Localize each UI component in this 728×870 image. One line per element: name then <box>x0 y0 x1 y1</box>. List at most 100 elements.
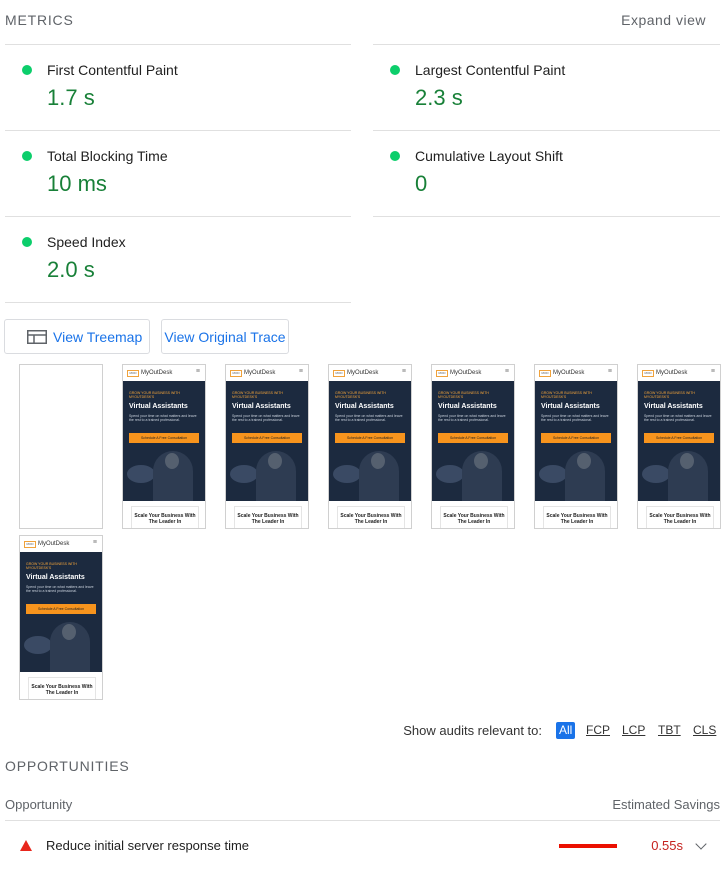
view-treemap-label: View Treemap <box>53 328 143 345</box>
hamburger-menu-icon: ≡ <box>710 368 715 375</box>
fail-triangle-icon <box>20 840 32 851</box>
filter-chip-tbt[interactable]: TBT <box>655 722 684 739</box>
brand-logo-text: MyOutDesk <box>141 370 173 376</box>
frame-header: MOD MyOutDesk ≡ <box>329 365 411 381</box>
hero-person-head <box>165 453 179 469</box>
hero-headline: Virtual Assistants <box>335 403 394 410</box>
brand-logo-mark: MOD <box>333 369 345 377</box>
frame-header: MOD MyOutDesk ≡ <box>535 365 617 381</box>
metric-largest-contentful-paint: Largest Contentful Paint 2.3 s <box>373 45 720 131</box>
brand-logo-mark: MOD <box>642 369 654 377</box>
hamburger-menu-icon: ≡ <box>195 368 200 375</box>
metric-value: 0 <box>415 171 428 196</box>
filter-chip-all[interactable]: All <box>556 722 576 739</box>
hero-image-glow <box>127 465 155 483</box>
filmstrip-frame: MOD MyOutDesk ≡ GROW YOUR BUSINESS WITH MYO… <box>534 364 618 529</box>
hero-person-head <box>371 453 385 469</box>
metric-cumulative-layout-shift: Cumulative Layout Shift 0 <box>373 131 720 217</box>
opportunity-row[interactable]: Reduce initial server response time 0.55… <box>0 830 728 860</box>
hamburger-menu-icon: ≡ <box>401 368 406 375</box>
frame-card: Scale Your Business With The Leader In <box>234 506 302 528</box>
brand-logo-text: MyOutDesk <box>553 370 585 376</box>
treemap-icon <box>27 329 47 344</box>
frame-card: Scale Your Business With The Leader In <box>646 506 714 528</box>
hero-image-glow <box>539 465 567 483</box>
hero-description: Spend your time on what matters and leav… <box>541 414 609 422</box>
metric-label: First Contentful Paint <box>47 62 178 78</box>
metric-label: Cumulative Layout Shift <box>415 148 563 164</box>
hero-person-head <box>474 453 488 469</box>
frame-card: Scale Your Business With The Leader In <box>543 506 611 528</box>
view-treemap-button[interactable]: View Treemap <box>4 319 150 354</box>
column-header-opportunity: Opportunity <box>5 797 73 812</box>
hamburger-menu-icon: ≡ <box>607 368 612 375</box>
chevron-down-icon[interactable] <box>695 838 707 850</box>
hero-description: Spend your time on what matters and leav… <box>644 414 712 422</box>
column-header-estimated-savings: Estimated Savings <box>612 797 720 812</box>
hero-headline: Virtual Assistants <box>541 403 600 410</box>
opportunity-label: Reduce initial server response time <box>46 838 250 853</box>
frame-header: MOD MyOutDesk ≡ <box>432 365 514 381</box>
filmstrip-frame <box>19 364 103 529</box>
brand-logo-text: MyOutDesk <box>450 370 482 376</box>
frame-header: MOD MyOutDesk ≡ <box>226 365 308 381</box>
brand-logo-mark: MOD <box>539 369 551 377</box>
hero-cta: Schedule A Free Consultation <box>335 433 405 443</box>
hero-image-glow <box>436 465 464 483</box>
metric-label: Total Blocking Time <box>47 148 168 164</box>
view-trace-label: View Original Trace <box>164 328 286 345</box>
hero-headline: Virtual Assistants <box>26 574 85 581</box>
hero-cta: Schedule A Free Consultation <box>129 433 199 443</box>
brand-logo-mark: MOD <box>436 369 448 377</box>
metric-value: 2.0 s <box>47 257 95 282</box>
filmstrip-frame: MOD MyOutDesk ≡ GROW YOUR BUSINESS WITH MYO… <box>328 364 412 529</box>
pass-status-icon <box>22 65 32 75</box>
hero-description: Spend your time on what matters and leav… <box>335 414 403 422</box>
hero-tagline: GROW YOUR BUSINESS WITH MYOUTDESK'S <box>541 391 592 399</box>
hero-cta: Schedule A Free Consultation <box>644 433 714 443</box>
opportunities-title: OPPORTUNITIES <box>5 758 130 774</box>
pass-status-icon <box>22 151 32 161</box>
hero-cta: Schedule A Free Consultation <box>26 604 96 614</box>
frame-hero: GROW YOUR BUSINESS WITH MYOUTDESK'S Virtu… <box>123 381 205 501</box>
frame-header: MOD MyOutDesk ≡ <box>638 365 720 381</box>
filter-chip-fcp[interactable]: FCP <box>583 722 613 739</box>
hero-headline: Virtual Assistants <box>438 403 497 410</box>
hero-person-head <box>680 453 694 469</box>
brand-logo-mark: MOD <box>24 540 36 548</box>
hero-person-head <box>268 453 282 469</box>
expand-view-toggle[interactable]: Expand view <box>621 12 706 28</box>
filmstrip-frame: MOD MyOutDesk ≡ GROW YOUR BUSINESS WITH MYO… <box>19 535 103 700</box>
metric-value: 2.3 s <box>415 85 463 110</box>
frame-hero: GROW YOUR BUSINESS WITH MYOUTDESK'S Virtu… <box>226 381 308 501</box>
filmstrip-frame: MOD MyOutDesk ≡ GROW YOUR BUSINESS WITH MYO… <box>122 364 206 529</box>
hero-description: Spend your time on what matters and leav… <box>129 414 197 422</box>
metric-value: 10 ms <box>47 171 107 196</box>
opportunities-divider <box>5 820 720 821</box>
frame-hero: GROW YOUR BUSINESS WITH MYOUTDESK'S Virtu… <box>535 381 617 501</box>
filter-chip-cls[interactable]: CLS <box>690 722 719 739</box>
frame-card: Scale Your Business With The Leader In <box>28 677 96 699</box>
filmstrip-frame: MOD MyOutDesk ≡ GROW YOUR BUSINESS WITH MYO… <box>637 364 721 529</box>
filter-chip-lcp[interactable]: LCP <box>619 722 648 739</box>
hero-tagline: GROW YOUR BUSINESS WITH MYOUTDESK'S <box>129 391 180 399</box>
brand-logo-text: MyOutDesk <box>244 370 276 376</box>
frame-card: Scale Your Business With The Leader In <box>131 506 199 528</box>
hero-tagline: GROW YOUR BUSINESS WITH MYOUTDESK'S <box>335 391 386 399</box>
pass-status-icon <box>22 237 32 247</box>
metric-speed-index: Speed Index 2.0 s <box>5 217 351 303</box>
hero-description: Spend your time on what matters and leav… <box>26 585 94 593</box>
hero-cta: Schedule A Free Consultation <box>232 433 302 443</box>
metric-label: Largest Contentful Paint <box>415 62 566 78</box>
metric-value: 1.7 s <box>47 85 95 110</box>
hamburger-menu-icon: ≡ <box>504 368 509 375</box>
hero-description: Spend your time on what matters and leav… <box>438 414 506 422</box>
hero-tagline: GROW YOUR BUSINESS WITH MYOUTDESK'S <box>438 391 489 399</box>
brand-logo-text: MyOutDesk <box>656 370 688 376</box>
hero-cta: Schedule A Free Consultation <box>438 433 508 443</box>
metric-label: Speed Index <box>47 234 126 250</box>
frame-header: MOD MyOutDesk ≡ <box>20 536 102 552</box>
hero-tagline: GROW YOUR BUSINESS WITH MYOUTDESK'S <box>644 391 695 399</box>
hamburger-menu-icon: ≡ <box>92 539 97 546</box>
view-original-trace-button[interactable]: View Original Trace <box>161 319 289 354</box>
